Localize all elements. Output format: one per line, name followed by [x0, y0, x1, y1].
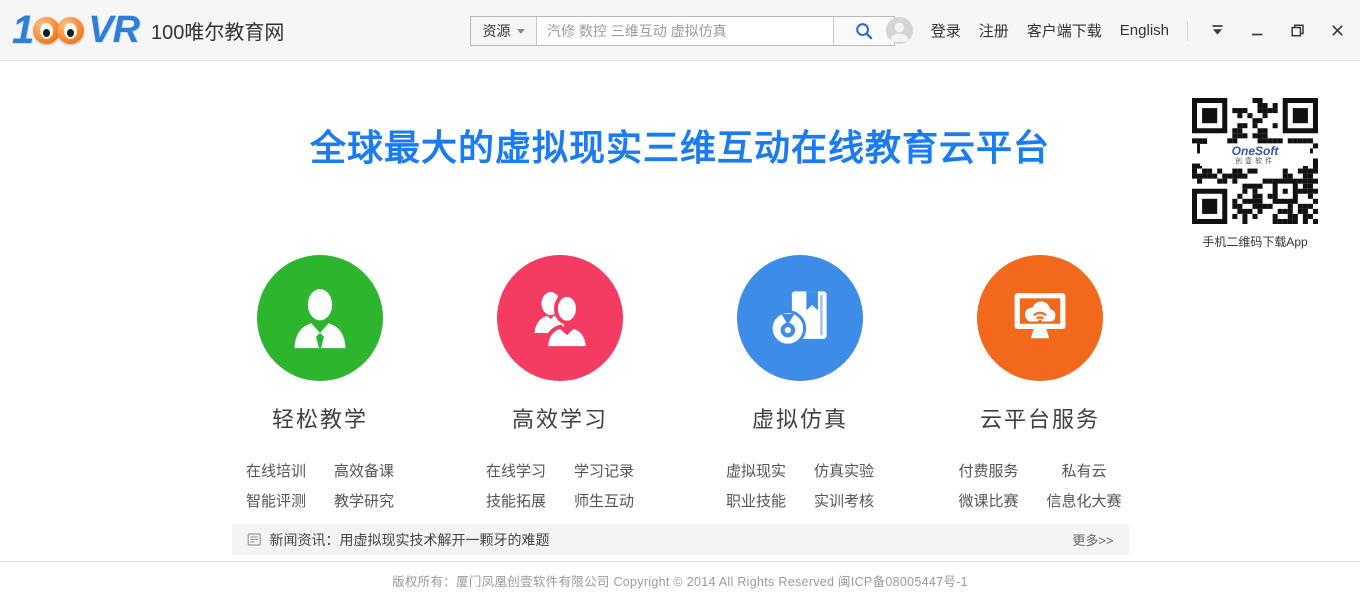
feature-links: 付费服务 私有云 微课比赛 信息化大赛: [958, 460, 1121, 511]
minimize-button[interactable]: [1246, 19, 1268, 43]
copyright-text: 版权所有：厦门凤凰创壹软件有限公司 Copyright © 2014 All R…: [392, 571, 968, 590]
collapse-menu-button[interactable]: [1206, 19, 1228, 43]
features-row: 轻松教学 在线培训 高效备课 智能评测 教学研究 高效学习 在线学习 学习记录 …: [200, 255, 1160, 511]
close-icon: [1330, 23, 1345, 38]
avatar[interactable]: [886, 17, 913, 44]
header-right: 登录 注册 客户端下载 English: [886, 0, 1348, 61]
feature-links: 在线学习 学习记录 技能拓展 师生互动: [486, 460, 634, 511]
qr-label-main: OneSoft: [1200, 145, 1310, 158]
client-download-link[interactable]: 客户端下载: [1027, 20, 1102, 41]
search-icon: [854, 21, 874, 41]
feature-link[interactable]: 学习记录: [574, 460, 634, 481]
feature-title: 虚拟仿真: [752, 402, 848, 434]
minimize-icon: [1250, 23, 1265, 38]
search-input[interactable]: [537, 17, 833, 45]
hero-headline: 全球最大的虚拟现实三维互动在线教育云平台: [0, 127, 1360, 169]
feature-link[interactable]: 职业技能: [726, 490, 786, 511]
search-group: 资源: [470, 16, 895, 46]
brand[interactable]: 1 VR 100唯尔教育网: [12, 8, 284, 53]
restore-button[interactable]: [1286, 19, 1308, 43]
app-header: 1 VR 100唯尔教育网 资源 登录 注册 客: [0, 0, 1360, 61]
logo-eye-icon: [57, 17, 84, 44]
simulation-circle-button[interactable]: [737, 255, 863, 381]
feature-learning: 高效学习 在线学习 学习记录 技能拓展 师生互动: [440, 255, 680, 511]
news-more-link[interactable]: 更多>>: [1072, 530, 1113, 549]
feature-link[interactable]: 教学研究: [334, 490, 394, 511]
feature-teaching: 轻松教学 在线培训 高效备课 智能评测 教学研究: [200, 255, 440, 511]
logo-eye-icon: [33, 17, 60, 44]
feature-link[interactable]: 实训考核: [814, 490, 874, 511]
qr-caption: 手机二维码下载App: [1192, 233, 1318, 250]
logo-vr-text: VR: [88, 9, 139, 52]
feature-link[interactable]: 付费服务: [958, 460, 1018, 481]
feature-link[interactable]: 微课比赛: [958, 490, 1018, 511]
qr-label-sub: 创壹软件: [1200, 158, 1310, 165]
language-link[interactable]: English: [1120, 22, 1169, 39]
restore-icon: [1290, 23, 1305, 38]
learning-circle-button[interactable]: [497, 255, 623, 381]
search-category-dropdown[interactable]: 资源: [471, 17, 537, 45]
qr-panel: OneSoft 创壹软件 手机二维码下载App: [1192, 98, 1318, 250]
feature-simulation: 虚拟仿真 虚拟现实 仿真实验 职业技能 实训考核: [680, 255, 920, 511]
feature-link[interactable]: 在线培训: [246, 460, 306, 481]
feature-link[interactable]: 虚拟现实: [726, 460, 786, 481]
login-link[interactable]: 登录: [931, 20, 961, 41]
feature-title: 轻松教学: [272, 402, 368, 434]
news-headline[interactable]: 新闻资讯：用虚拟现实技术解开一颗牙的难题: [270, 530, 550, 550]
feature-links: 虚拟现实 仿真实验 职业技能 实训考核: [726, 460, 874, 511]
cloud-monitor-icon: [1003, 281, 1077, 355]
user-icon: [886, 17, 913, 44]
news-bar: 新闻资讯：用虚拟现实技术解开一颗牙的难题 更多>>: [232, 524, 1129, 555]
feature-link[interactable]: 技能拓展: [486, 490, 546, 511]
book-disc-icon: [763, 281, 837, 355]
feature-title: 高效学习: [512, 402, 608, 434]
feature-link[interactable]: 信息化大赛: [1047, 490, 1122, 511]
collapse-icon: [1210, 23, 1225, 38]
teaching-circle-button[interactable]: [257, 255, 383, 381]
app-footer: 版权所有：厦门凤凰创壹软件有限公司 Copyright © 2014 All R…: [0, 561, 1360, 599]
feature-link[interactable]: 师生互动: [574, 490, 634, 511]
news-icon: [247, 532, 262, 547]
close-button[interactable]: [1326, 19, 1348, 43]
cloud-circle-button[interactable]: [977, 255, 1103, 381]
header-divider: [1187, 21, 1188, 41]
feature-title: 云平台服务: [980, 402, 1100, 434]
feature-link[interactable]: 智能评测: [246, 490, 306, 511]
search-category-label: 资源: [483, 21, 511, 41]
register-link[interactable]: 注册: [979, 20, 1009, 41]
logo-digit-1: 1: [12, 8, 32, 53]
qr-code-image: OneSoft 创壹软件: [1192, 98, 1318, 224]
students-icon: [523, 281, 597, 355]
site-title: 100唯尔教育网: [151, 16, 284, 45]
logo-100vr: 1 VR: [12, 8, 139, 53]
feature-links: 在线培训 高效备课 智能评测 教学研究: [246, 460, 394, 511]
feature-cloud: 云平台服务 付费服务 私有云 微课比赛 信息化大赛: [920, 255, 1160, 511]
feature-link[interactable]: 高效备课: [334, 460, 394, 481]
qr-center-label: OneSoft 创壹软件: [1200, 144, 1310, 166]
feature-link[interactable]: 私有云: [1047, 460, 1122, 481]
teacher-icon: [283, 281, 357, 355]
feature-link[interactable]: 仿真实验: [814, 460, 874, 481]
chevron-down-icon: [517, 29, 525, 34]
feature-link[interactable]: 在线学习: [486, 460, 546, 481]
